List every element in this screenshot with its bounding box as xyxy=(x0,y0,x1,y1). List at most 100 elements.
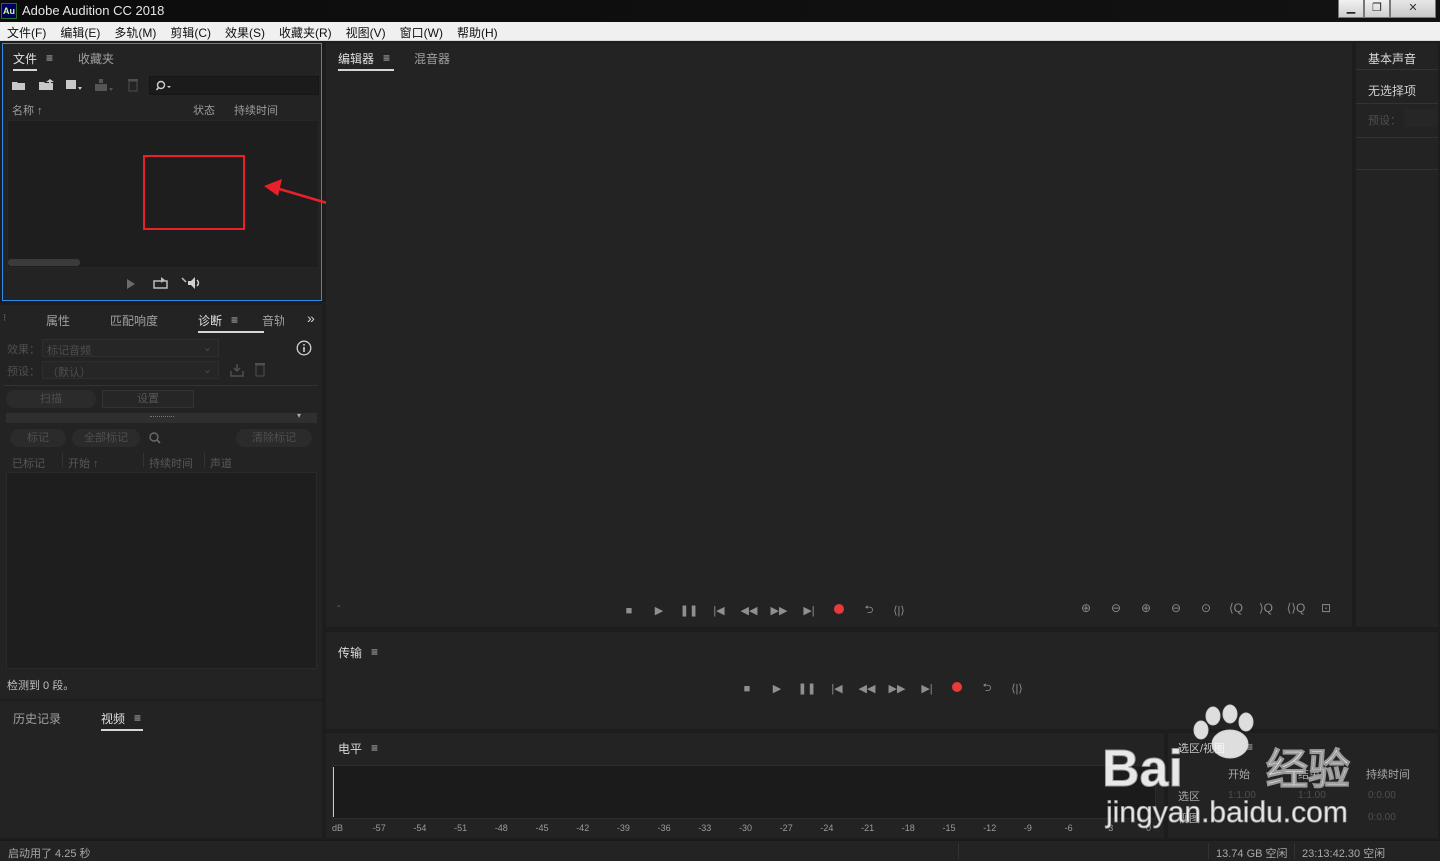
zoom-reset-icon[interactable]: ⊡ xyxy=(1311,601,1341,615)
skip-to-start-icon[interactable]: |◀ xyxy=(704,604,734,617)
rewind-icon[interactable]: ◀◀ xyxy=(734,604,764,617)
tab-match-loudness[interactable]: 匹配响度 xyxy=(110,312,158,329)
import-file-icon[interactable] xyxy=(38,78,56,92)
active-tab-underline xyxy=(198,331,265,333)
tab-files[interactable]: 文件 xyxy=(13,50,38,71)
menu-help[interactable]: 帮助(H) xyxy=(450,22,505,40)
zoom-out-point-icon[interactable]: ⟩Q xyxy=(1251,601,1281,615)
column-name-header[interactable]: 名称 ↑ xyxy=(12,102,43,118)
record-button[interactable] xyxy=(942,682,972,695)
menu-view[interactable]: 视图(V) xyxy=(339,22,393,40)
pause-icon[interactable]: ❚❚ xyxy=(674,604,704,617)
menu-favorites[interactable]: 收藏夹(R) xyxy=(272,22,339,40)
menu-effects[interactable]: 效果(S) xyxy=(218,22,272,40)
record-button[interactable] xyxy=(824,604,854,617)
skip-to-end-icon[interactable]: ▶| xyxy=(912,682,942,695)
fast-forward-icon[interactable]: ▶▶ xyxy=(882,682,912,695)
window-controls: ▁ ❐ ✕ xyxy=(1338,0,1436,18)
record-icon xyxy=(952,682,962,692)
menu-clip[interactable]: 剪辑(C) xyxy=(163,22,218,40)
tab-files-label: 文件 xyxy=(13,52,38,66)
tab-mixer[interactable]: 混音器 xyxy=(414,50,450,67)
clear-marks-button: 清除标记 xyxy=(236,429,312,447)
tab-properties[interactable]: 属性 xyxy=(46,312,70,329)
zoom-selection-icon[interactable]: ⟨⟩Q xyxy=(1281,601,1311,615)
panel-menu-icon[interactable]: ≡ xyxy=(371,645,378,659)
essential-sound-title[interactable]: 基本声音 xyxy=(1368,50,1416,67)
divider xyxy=(4,385,318,386)
menu-file[interactable]: 文件(F) xyxy=(0,22,53,40)
column-duration-header[interactable]: 持续时间 xyxy=(149,455,193,471)
tab-tracks[interactable]: 音轨 xyxy=(262,312,284,329)
db-scale-label: -54 xyxy=(413,823,427,833)
loop-preview-icon[interactable] xyxy=(153,276,169,290)
preset-select-value: （默认） xyxy=(47,367,91,379)
column-marked-header[interactable]: 已标记 xyxy=(12,455,45,471)
new-file-icon[interactable] xyxy=(65,78,83,92)
zoom-in-point-icon[interactable]: ⟨Q xyxy=(1221,601,1251,615)
effect-select-value: 标记音频 xyxy=(47,345,91,357)
tab-favorites[interactable]: 收藏夹 xyxy=(78,50,114,67)
close-button[interactable]: ✕ xyxy=(1390,0,1436,18)
panel-menu-icon[interactable]: ≡ xyxy=(46,51,53,65)
tab-editor[interactable]: 编辑器 xyxy=(338,50,395,71)
tab-history[interactable]: 历史记录 xyxy=(13,710,61,727)
panel-menu-icon[interactable]: ≡ xyxy=(383,51,390,65)
stop-icon[interactable]: ■ xyxy=(614,605,644,617)
tab-diagnostics[interactable]: 诊断 xyxy=(198,312,265,333)
column-duration-header[interactable]: 持续时间 xyxy=(234,102,278,118)
play-icon[interactable]: ▶ xyxy=(762,682,792,695)
panel-menu-icon[interactable]: ≡ xyxy=(371,741,378,755)
zoom-out-full-icon[interactable]: ⊙ xyxy=(1191,601,1221,615)
settings-collapse-bar[interactable]: ▾ xyxy=(6,411,317,423)
db-scale-label: -21 xyxy=(861,823,875,833)
skip-selection-icon[interactable]: ⟨|⟩ xyxy=(884,604,914,617)
zoom-out-amplitude-icon[interactable]: ⊖ xyxy=(1101,601,1131,615)
fast-forward-icon[interactable]: ▶▶ xyxy=(764,604,794,617)
skip-selection-icon[interactable]: ⟨|⟩ xyxy=(1002,682,1032,695)
zoom-in-amplitude-icon[interactable]: ⊕ xyxy=(1071,601,1101,615)
panel-menu-icon[interactable]: ≡ xyxy=(231,313,238,327)
db-scale-label: -48 xyxy=(494,823,508,833)
stop-icon[interactable]: ■ xyxy=(732,683,762,695)
loop-playback-icon[interactable]: ⮌ xyxy=(854,601,884,620)
column-divider xyxy=(143,453,144,467)
audition-app-icon: Au xyxy=(1,3,17,19)
transport-title: 传输 xyxy=(338,646,363,660)
column-channel-header[interactable]: 声道 xyxy=(210,455,232,471)
auto-play-volume-icon[interactable] xyxy=(181,276,203,290)
panel-overflow-icon[interactable]: » xyxy=(307,310,315,326)
menu-edit[interactable]: 编辑(E) xyxy=(53,22,107,40)
zoom-out-time-icon[interactable]: ⊖ xyxy=(1161,601,1191,615)
mark-button: 标记 xyxy=(10,429,66,447)
menu-bar: 文件(F) 编辑(E) 多轨(M) 剪辑(C) 效果(S) 收藏夹(R) 视图(… xyxy=(0,22,1440,41)
skip-to-end-icon[interactable]: ▶| xyxy=(794,604,824,617)
column-start-header[interactable]: 开始 ↑ xyxy=(68,455,99,471)
menu-window[interactable]: 窗口(W) xyxy=(393,22,450,40)
skip-to-start-icon[interactable]: |◀ xyxy=(822,682,852,695)
zoom-in-time-icon[interactable]: ⊕ xyxy=(1131,601,1161,615)
menu-multitrack[interactable]: 多轨(M) xyxy=(107,22,163,40)
play-icon[interactable]: ▶ xyxy=(644,604,674,617)
column-status-header[interactable]: 状态 xyxy=(193,102,215,118)
save-preset-icon xyxy=(230,364,244,377)
rewind-icon[interactable]: ◀◀ xyxy=(852,682,882,695)
info-icon[interactable] xyxy=(296,340,312,356)
tab-video[interactable]: 视频 xyxy=(101,710,144,731)
loop-playback-icon[interactable]: ⮌ xyxy=(972,679,1002,698)
settings-button[interactable]: 设置 xyxy=(102,390,194,408)
minimize-button[interactable]: ▁ xyxy=(1338,0,1364,18)
horizontal-scrollbar[interactable] xyxy=(8,259,80,266)
level-meter-indicator xyxy=(333,767,334,817)
db-scale-label: -18 xyxy=(901,823,915,833)
divider xyxy=(1356,69,1438,70)
files-search-input[interactable] xyxy=(149,76,319,95)
column-start-label: 开始 xyxy=(68,458,90,470)
tab-diagnostics-label: 诊断 xyxy=(198,314,223,328)
open-folder-icon[interactable] xyxy=(11,79,27,91)
diagnostics-results-list[interactable] xyxy=(6,472,317,669)
pause-icon[interactable]: ❚❚ xyxy=(792,682,822,695)
panel-menu-icon[interactable]: ≡ xyxy=(134,711,141,725)
maximize-button[interactable]: ❐ xyxy=(1364,0,1390,18)
play-preview-icon[interactable] xyxy=(126,278,136,290)
